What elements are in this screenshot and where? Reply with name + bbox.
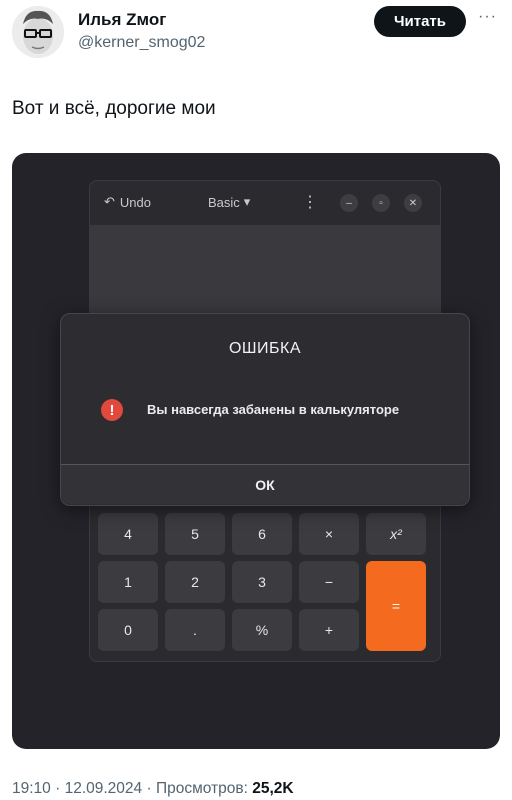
post-meta: 19:10 · 12.09.2024 · Просмотров: 25,2K <box>12 780 294 797</box>
key-percent[interactable]: % <box>232 609 292 651</box>
key-4[interactable]: 4 <box>98 513 158 555</box>
kebab-menu-icon[interactable]: ⋮ <box>302 192 318 212</box>
mode-dropdown[interactable]: Basic ▾ <box>208 194 250 210</box>
key-2[interactable]: 2 <box>165 561 225 603</box>
post-date[interactable]: 12.09.2024 <box>65 780 143 797</box>
dialog-message: Вы навсегда забанены в калькуляторе <box>147 402 400 417</box>
key-5[interactable]: 5 <box>165 513 225 555</box>
error-dialog: ОШИБКА ! Вы навсегда забанены в калькуля… <box>60 313 470 506</box>
key-0[interactable]: 0 <box>98 609 158 651</box>
key-6[interactable]: 6 <box>232 513 292 555</box>
key-equals[interactable]: = <box>366 561 426 651</box>
post-image[interactable]: ↶ Undo Basic ▾ ⋮ – ▫ ✕ 4 5 6 × x² 1 2 3 … <box>12 153 500 749</box>
key-3[interactable]: 3 <box>232 561 292 603</box>
more-icon[interactable]: ··· <box>478 8 497 26</box>
key-plus[interactable]: + <box>299 609 359 651</box>
author-name[interactable]: Илья Zмог <box>78 10 166 30</box>
mode-label: Basic <box>208 194 240 210</box>
key-multiply[interactable]: × <box>299 513 359 555</box>
chevron-down-icon: ▾ <box>243 194 251 209</box>
author-handle[interactable]: @kerner_smog02 <box>78 34 205 52</box>
key-minus[interactable]: − <box>299 561 359 603</box>
key-decimal[interactable]: . <box>165 609 225 651</box>
views-count: 25,2K <box>252 780 294 797</box>
maximize-icon[interactable]: ▫ <box>372 194 390 212</box>
key-1[interactable]: 1 <box>98 561 158 603</box>
close-icon[interactable]: ✕ <box>404 194 422 212</box>
undo-button[interactable]: ↶ Undo <box>104 194 151 210</box>
undo-icon: ↶ <box>104 194 115 209</box>
dialog-title: ОШИБКА <box>228 340 302 357</box>
error-icon: ! <box>101 399 123 421</box>
calculator-titlebar: ↶ Undo Basic ▾ ⋮ – ▫ ✕ <box>90 181 440 225</box>
post-time[interactable]: 19:10 <box>12 780 51 797</box>
views-label: Просмотров: <box>155 780 248 797</box>
undo-label: Undo <box>119 194 151 210</box>
ok-button[interactable]: ОК <box>61 465 469 504</box>
follow-button[interactable]: Читать <box>374 6 466 37</box>
minimize-icon[interactable]: – <box>340 194 358 212</box>
key-square[interactable]: x² <box>366 513 426 555</box>
post-text: Вот и всё, дорогие мои <box>12 98 216 119</box>
avatar[interactable] <box>12 6 64 58</box>
